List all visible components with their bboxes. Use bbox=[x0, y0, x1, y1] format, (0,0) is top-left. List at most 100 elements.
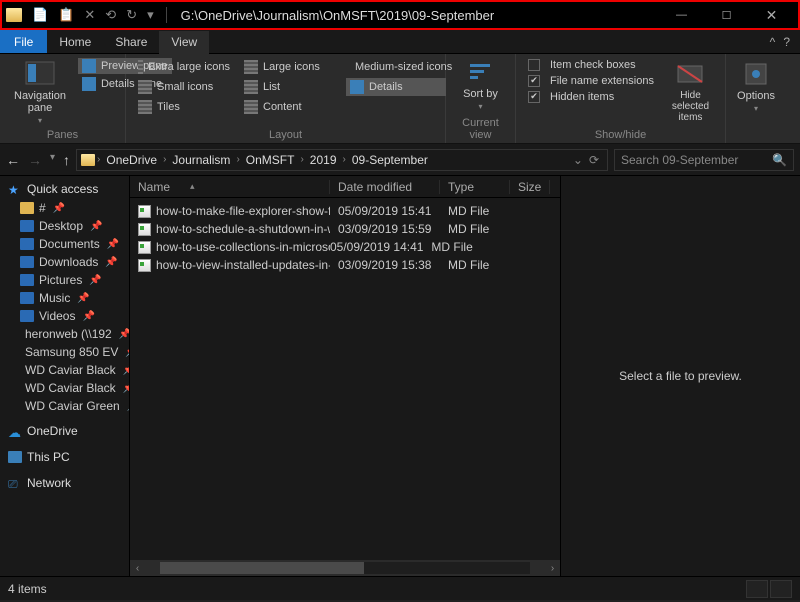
large-icons-button[interactable]: Large icons bbox=[240, 58, 340, 76]
file-tab[interactable]: File bbox=[0, 30, 47, 53]
qat-undo-icon[interactable]: ⟲ bbox=[105, 7, 116, 23]
window-title: G:\OneDrive\Journalism\OnMSFT\2019\09-Se… bbox=[181, 8, 495, 23]
sidebar-item[interactable]: WD Caviar Black📌 bbox=[8, 379, 129, 397]
table-row[interactable]: how-to-schedule-a-shutdown-in-windo...03… bbox=[130, 220, 560, 238]
star-icon bbox=[8, 183, 22, 195]
ribbon-group-showhide: Item check boxes File name extensions Hi… bbox=[516, 54, 726, 143]
sidebar-onedrive[interactable]: OneDrive bbox=[8, 421, 129, 441]
column-size[interactable]: Size bbox=[510, 180, 550, 194]
sidebar-item[interactable]: Samsung 850 EV📌 bbox=[8, 343, 129, 361]
home-tab[interactable]: Home bbox=[47, 30, 103, 53]
forward-button[interactable]: → bbox=[28, 152, 42, 168]
table-row[interactable]: how-to-view-installed-updates-in-windo..… bbox=[130, 256, 560, 274]
options-button[interactable]: Options ▾ bbox=[731, 58, 781, 115]
file-extensions-toggle[interactable]: File name extensions bbox=[524, 74, 658, 88]
medium-icons-button[interactable]: Medium-sized icons bbox=[346, 58, 446, 76]
close-button[interactable]: ✕ bbox=[749, 1, 794, 29]
maximize-button[interactable]: ☐ bbox=[704, 1, 749, 29]
table-row[interactable]: how-to-make-file-explorer-show-full-pa..… bbox=[130, 202, 560, 220]
status-bar: 4 items bbox=[0, 576, 800, 600]
history-dropdown-icon[interactable]: ⌄ bbox=[573, 153, 583, 167]
qat-copy-icon[interactable]: 📄 bbox=[32, 7, 48, 23]
hide-selected-button[interactable]: Hide selected items bbox=[664, 58, 717, 125]
small-icons-button[interactable]: Small icons bbox=[134, 78, 234, 96]
qat-paste-icon[interactable]: 📋 bbox=[58, 7, 74, 23]
folder-icon bbox=[81, 154, 95, 166]
downloads-icon bbox=[20, 256, 34, 268]
scroll-right-icon[interactable]: › bbox=[545, 563, 560, 574]
separator bbox=[166, 7, 167, 23]
sidebar-item[interactable]: WD Caviar Green📌 bbox=[8, 397, 129, 415]
search-box[interactable]: Search 09-September 🔍 bbox=[614, 149, 794, 171]
sidebar-item[interactable]: #📌 bbox=[8, 199, 129, 217]
scroll-track[interactable] bbox=[160, 562, 530, 574]
list-button[interactable]: List bbox=[240, 78, 340, 96]
content-button[interactable]: Content bbox=[240, 98, 340, 116]
main-area: Quick access #📌 Desktop📌 Documents📌 Down… bbox=[0, 176, 800, 576]
hidden-items-toggle[interactable]: Hidden items bbox=[524, 90, 658, 104]
item-checkboxes-toggle[interactable]: Item check boxes bbox=[524, 58, 658, 72]
status-item-count: 4 items bbox=[8, 582, 47, 596]
column-date[interactable]: Date modified bbox=[330, 180, 440, 194]
network-icon bbox=[8, 477, 22, 489]
extra-large-icons-button[interactable]: Extra large icons bbox=[134, 58, 234, 76]
pin-icon: 📌 bbox=[123, 383, 130, 394]
md-file-icon bbox=[138, 223, 151, 236]
sidebar-item[interactable]: heronweb (\\192📌 bbox=[8, 325, 129, 343]
sidebar-item[interactable]: Downloads📌 bbox=[8, 253, 129, 271]
crumb-09september[interactable]: 09-September bbox=[348, 153, 432, 167]
view-buttons bbox=[746, 580, 792, 598]
sidebar-item[interactable]: Videos📌 bbox=[8, 307, 129, 325]
extra-large-icon bbox=[138, 60, 143, 74]
share-tab[interactable]: Share bbox=[103, 30, 159, 53]
back-button[interactable]: ← bbox=[6, 152, 20, 168]
thumbnails-view-icon[interactable] bbox=[770, 580, 792, 598]
crumb-onmsft[interactable]: OnMSFT bbox=[242, 153, 299, 167]
collapse-ribbon-icon[interactable]: ^ bbox=[770, 35, 776, 49]
column-name[interactable]: Name▴ bbox=[130, 180, 330, 194]
help-icon[interactable]: ? bbox=[783, 35, 790, 49]
qat-delete-icon[interactable]: ✕ bbox=[84, 7, 95, 23]
sort-asc-icon: ▴ bbox=[190, 181, 195, 192]
pin-icon: 📌 bbox=[123, 365, 130, 376]
title-bar: 📄 📋 ✕ ⟲ ↻ ▾ G:\OneDrive\Journalism\OnMSF… bbox=[0, 0, 800, 30]
refresh-icon[interactable]: ⟳ bbox=[589, 153, 599, 167]
sidebar-thispc[interactable]: This PC bbox=[8, 447, 129, 467]
ribbon-group-currentview: Sort by ▾ Current view bbox=[446, 54, 516, 143]
column-type[interactable]: Type bbox=[440, 180, 510, 194]
details-icon bbox=[350, 80, 364, 94]
qat-down-icon[interactable]: ▾ bbox=[147, 7, 154, 23]
table-row[interactable]: how-to-use-collections-in-microsoft-ed..… bbox=[130, 238, 560, 256]
details-view-icon[interactable] bbox=[746, 580, 768, 598]
scroll-left-icon[interactable]: ‹ bbox=[130, 563, 145, 574]
ribbon: Navigation pane ▾ Preview pane Details p… bbox=[0, 54, 800, 144]
crumb-onedrive[interactable]: OneDrive bbox=[102, 153, 161, 167]
crumb-2019[interactable]: 2019 bbox=[306, 153, 341, 167]
horizontal-scrollbar[interactable]: ‹ › bbox=[130, 560, 560, 576]
file-list: Name▴ Date modified Type Size how-to-mak… bbox=[130, 176, 560, 576]
crumb-journalism[interactable]: Journalism bbox=[168, 153, 234, 167]
sidebar-network[interactable]: Network bbox=[8, 473, 129, 493]
sidebar-item[interactable]: Desktop📌 bbox=[8, 217, 129, 235]
sidebar-item[interactable]: WD Caviar Black📌 bbox=[8, 361, 129, 379]
qat-redo-icon[interactable]: ↻ bbox=[126, 7, 137, 23]
quick-access-header[interactable]: Quick access bbox=[8, 179, 129, 199]
view-tab[interactable]: View bbox=[159, 31, 209, 54]
quick-access-toolbar: 📄 📋 ✕ ⟲ ↻ ▾ bbox=[6, 7, 173, 23]
panes-group-label: Panes bbox=[8, 129, 117, 141]
minimize-button[interactable]: — bbox=[659, 1, 704, 29]
pin-icon: 📌 bbox=[90, 221, 102, 232]
navigation-pane-label: Navigation pane bbox=[14, 90, 66, 114]
sidebar-item[interactable]: Pictures📌 bbox=[8, 271, 129, 289]
navigation-pane-button[interactable]: Navigation pane ▾ bbox=[8, 58, 72, 127]
sidebar-item[interactable]: Documents📌 bbox=[8, 235, 129, 253]
sort-by-button[interactable]: Sort by ▾ bbox=[457, 58, 504, 113]
sidebar-item[interactable]: Music📌 bbox=[8, 289, 129, 307]
details-view-button[interactable]: Details bbox=[346, 78, 446, 96]
up-button[interactable]: ↑ bbox=[63, 152, 70, 168]
scroll-thumb[interactable] bbox=[160, 562, 364, 574]
recent-dropdown[interactable]: ▾ bbox=[50, 152, 55, 168]
large-icon bbox=[244, 60, 258, 74]
breadcrumb[interactable]: › OneDrive› Journalism› OnMSFT› 2019› 09… bbox=[76, 149, 608, 171]
tiles-button[interactable]: Tiles bbox=[134, 98, 234, 116]
